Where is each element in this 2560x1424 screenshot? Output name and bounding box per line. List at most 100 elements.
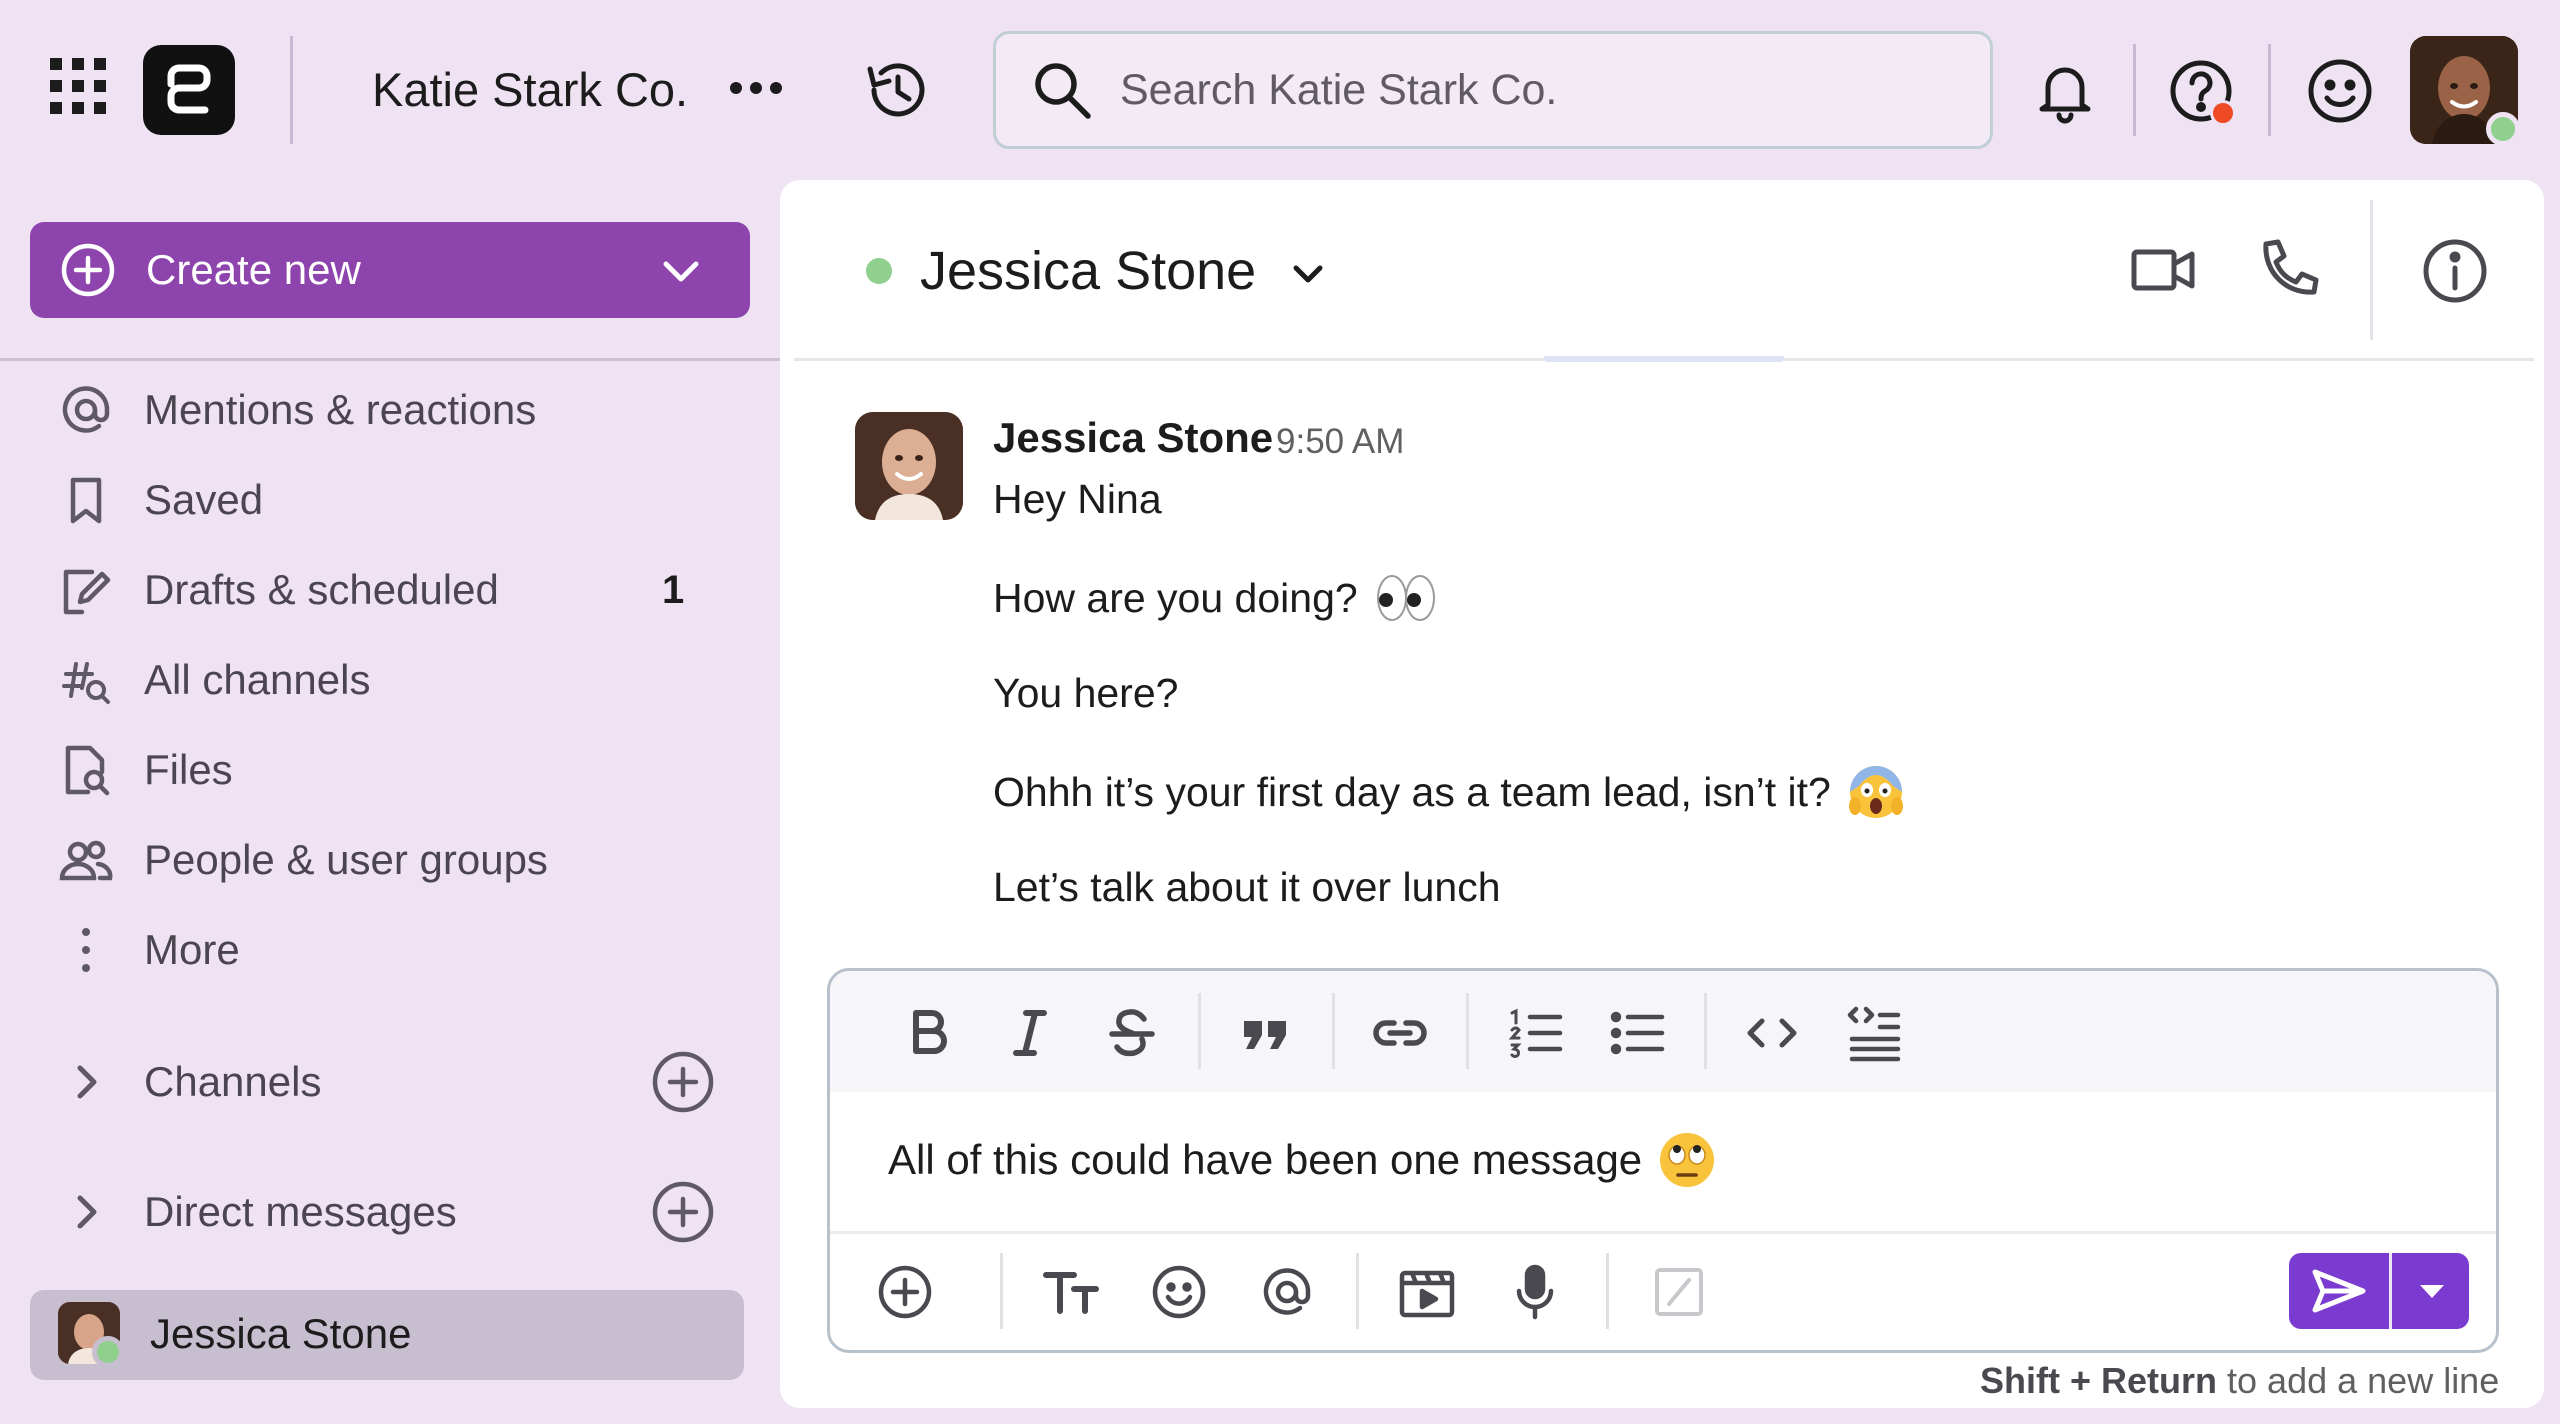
chevron-right-icon bbox=[77, 1195, 97, 1229]
info-icon[interactable] bbox=[2420, 236, 2490, 306]
divider bbox=[2268, 44, 2271, 136]
sidebar-item-people[interactable]: People & user groups bbox=[30, 820, 750, 900]
slash-command-icon[interactable] bbox=[1648, 1261, 1710, 1323]
sidebar-section-direct-messages[interactable]: Direct messages bbox=[30, 1172, 750, 1252]
bold-icon[interactable] bbox=[898, 1003, 958, 1063]
conversation-title[interactable]: Jessica Stone bbox=[920, 240, 1256, 302]
toolbar-divider bbox=[1606, 1253, 1609, 1329]
online-status-indicator bbox=[2486, 112, 2520, 146]
mention-icon[interactable] bbox=[1256, 1261, 1318, 1323]
sidebar-section-channels[interactable]: Channels bbox=[30, 1042, 750, 1122]
sidebar-item-label: More bbox=[144, 926, 240, 973]
video-clip-icon[interactable] bbox=[1396, 1261, 1458, 1323]
bulleted-list-icon[interactable] bbox=[1608, 1003, 1668, 1063]
toolbar-divider bbox=[1198, 993, 1201, 1069]
create-new-button[interactable]: Create new bbox=[30, 222, 750, 318]
bell-icon[interactable] bbox=[2030, 55, 2100, 125]
workspace-name[interactable]: Katie Stark Co. bbox=[372, 62, 688, 117]
chevron-right-icon bbox=[77, 1065, 97, 1099]
sidebar-item-label: People & user groups bbox=[144, 836, 548, 883]
add-channel-icon[interactable] bbox=[650, 1049, 716, 1115]
composer-divider bbox=[830, 1231, 2496, 1234]
more-horizontal-icon[interactable] bbox=[728, 68, 784, 108]
microphone-icon[interactable] bbox=[1504, 1261, 1566, 1323]
divider bbox=[2133, 44, 2136, 136]
message-timestamp[interactable]: 9:50 AM bbox=[1276, 422, 1404, 462]
face-screaming-emoji-icon bbox=[1847, 762, 1905, 822]
code-icon[interactable] bbox=[1742, 1003, 1802, 1063]
sidebar-item-label: Files bbox=[144, 746, 233, 793]
message-line: Hey Nina bbox=[993, 476, 1162, 523]
send-button-group bbox=[2289, 1253, 2469, 1329]
strikethrough-icon[interactable] bbox=[1102, 1003, 1162, 1063]
draft-edit-icon bbox=[63, 569, 111, 615]
sidebar-item-label: Saved bbox=[144, 476, 264, 523]
dm-name: Jessica Stone bbox=[150, 1310, 412, 1357]
online-status-indicator bbox=[866, 258, 892, 284]
search-input[interactable] bbox=[1120, 58, 1960, 122]
sidebar-item-drafts[interactable]: Drafts & scheduled 1 bbox=[30, 550, 750, 630]
drafts-count-badge: 1 bbox=[662, 567, 685, 612]
online-status-indicator bbox=[92, 1336, 124, 1368]
message-line: How are you doing? bbox=[993, 572, 1438, 624]
sidebar-item-all-channels[interactable]: All channels bbox=[30, 640, 750, 720]
message-text: Let’s talk about it over lunch bbox=[993, 864, 1501, 910]
create-new-label: Create new bbox=[146, 246, 361, 293]
app-logo-icon[interactable] bbox=[143, 45, 235, 135]
bookmark-icon bbox=[70, 477, 102, 524]
chevron-down-icon[interactable] bbox=[1288, 254, 1328, 294]
add-circle-icon bbox=[61, 243, 115, 297]
toolbar-divider bbox=[1704, 993, 1707, 1069]
at-icon bbox=[62, 386, 110, 433]
message-text: How are you doing? bbox=[993, 574, 1358, 621]
video-icon[interactable] bbox=[2130, 240, 2196, 300]
sender-avatar[interactable] bbox=[855, 412, 963, 520]
face-rolling-eyes-emoji-icon bbox=[1658, 1131, 1716, 1189]
smile-icon[interactable] bbox=[2304, 55, 2376, 127]
quote-icon[interactable] bbox=[1236, 1003, 1296, 1063]
scroll-indicator bbox=[1544, 356, 1784, 362]
grid-menu-icon[interactable] bbox=[48, 56, 108, 116]
italic-icon[interactable] bbox=[1000, 1003, 1060, 1063]
sidebar-section-label: Direct messages bbox=[144, 1188, 457, 1235]
search-icon bbox=[1030, 58, 1094, 122]
message-text: You here? bbox=[993, 670, 1179, 716]
toolbar-divider bbox=[1000, 1253, 1003, 1329]
eyes-emoji-icon bbox=[1374, 572, 1438, 624]
sidebar-item-saved[interactable]: Saved bbox=[30, 460, 750, 540]
history-icon[interactable] bbox=[862, 55, 932, 125]
sidebar-item-label: Mentions & reactions bbox=[144, 386, 537, 433]
message-text: Ohhh it’s your first day as a team lead,… bbox=[993, 768, 1831, 815]
add-circle-icon[interactable] bbox=[874, 1261, 936, 1323]
schedule-send-dropdown[interactable] bbox=[2395, 1253, 2469, 1329]
text-format-icon[interactable] bbox=[1040, 1261, 1102, 1323]
code-block-icon[interactable] bbox=[1844, 1003, 1904, 1063]
help-icon[interactable] bbox=[2165, 55, 2245, 135]
emoji-icon[interactable] bbox=[1148, 1261, 1210, 1323]
divider bbox=[290, 36, 293, 144]
numbered-list-icon[interactable] bbox=[1506, 1003, 1566, 1063]
message-sender[interactable]: Jessica Stone bbox=[993, 414, 1273, 462]
send-divider bbox=[2389, 1253, 2392, 1329]
composer-hint: Shift + Return to add a new line bbox=[1980, 1360, 2499, 1402]
divider bbox=[2370, 200, 2373, 340]
link-icon[interactable] bbox=[1370, 1003, 1430, 1063]
add-direct-message-icon[interactable] bbox=[650, 1179, 716, 1245]
send-button[interactable] bbox=[2289, 1253, 2389, 1329]
message-text: Hey Nina bbox=[993, 476, 1162, 522]
sidebar-divider bbox=[0, 358, 780, 361]
sidebar-item-mentions[interactable]: Mentions & reactions bbox=[30, 370, 750, 450]
sidebar-item-files[interactable]: Files bbox=[30, 730, 750, 810]
phone-icon[interactable] bbox=[2256, 236, 2322, 302]
sidebar-item-more[interactable]: More bbox=[30, 910, 750, 990]
toolbar-divider bbox=[1332, 993, 1335, 1069]
sidebar-section-label: Channels bbox=[144, 1058, 322, 1105]
toolbar-divider bbox=[1466, 993, 1469, 1069]
message-line: Let’s talk about it over lunch bbox=[993, 864, 1501, 911]
message-input[interactable]: All of this could have been one message bbox=[888, 1131, 1716, 1189]
draft-text: All of this could have been one message bbox=[888, 1136, 1643, 1183]
chevron-down-icon bbox=[663, 261, 699, 282]
more-vertical-icon bbox=[82, 928, 90, 972]
hint-text: to add a new line bbox=[2227, 1360, 2500, 1401]
notification-badge bbox=[2210, 100, 2236, 126]
